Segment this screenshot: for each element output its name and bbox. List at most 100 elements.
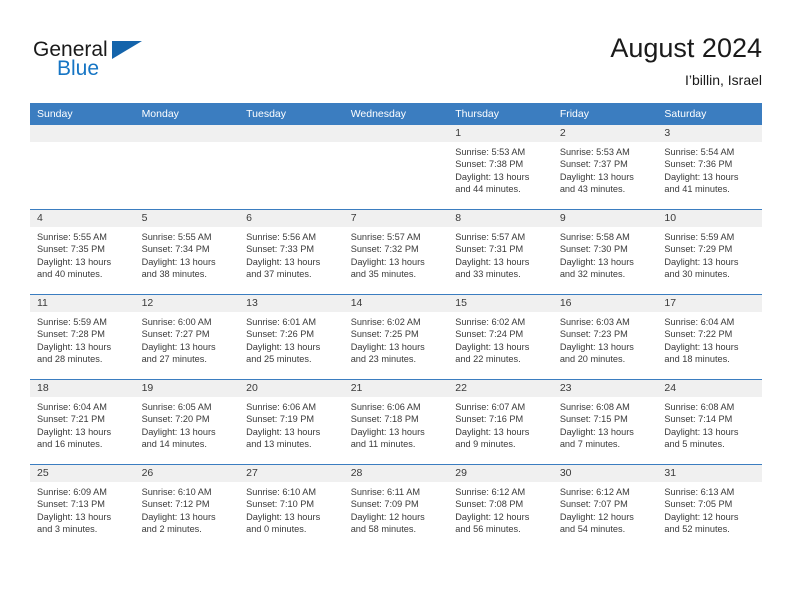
calendar-day-cell[interactable]: 14 Sunrise: 6:02 AM Sunset: 7:25 PM Dayligh…	[343, 294, 449, 380]
day-info-line: Sunset: 7:25 PM	[350, 329, 419, 340]
day-info-line: Daylight: 13 hours	[455, 426, 530, 437]
day-info-line: Daylight: 13 hours	[455, 171, 530, 182]
day-number: 28	[343, 465, 449, 482]
calendar-day-cell[interactable]: 15 Sunrise: 6:02 AM Sunset: 7:24 PM Dayligh…	[448, 294, 553, 380]
general-blue-logo: General Blue	[33, 38, 173, 84]
day-cell-inner: 3 Sunrise: 5:54 AM Sunset: 7:36 PM Daylight…	[657, 125, 762, 209]
day-sun-info: Sunrise: 5:59 AM Sunset: 7:28 PM Daylight:…	[30, 312, 135, 366]
calendar-day-cell[interactable]: 19 Sunrise: 6:05 AM Sunset: 7:20 PM Dayligh…	[134, 379, 240, 465]
calendar-day-cell[interactable]: 24 Sunrise: 6:08 AM Sunset: 7:14 PM Dayligh…	[657, 379, 762, 465]
day-sun-info: Sunrise: 5:55 AM Sunset: 7:34 PM Daylight:…	[135, 227, 240, 281]
day-info-line: Sunrise: 5:55 AM	[37, 232, 107, 242]
day-cell-inner: 18 Sunrise: 6:04 AM Sunset: 7:21 PM Dayligh…	[30, 380, 135, 464]
day-sun-info: Sunrise: 6:04 AM Sunset: 7:22 PM Daylight:…	[657, 312, 762, 366]
day-number: 30	[552, 465, 658, 482]
day-info-line: Sunset: 7:38 PM	[455, 159, 524, 170]
day-number: 27	[239, 465, 344, 482]
day-info-line: Sunset: 7:26 PM	[246, 329, 315, 340]
calendar-day-cell[interactable]: 9 Sunrise: 5:58 AM Sunset: 7:30 PM Daylight…	[552, 209, 658, 295]
day-info-line: Sunset: 7:31 PM	[455, 244, 524, 255]
calendar-day-cell[interactable]: 1 Sunrise: 5:53 AM Sunset: 7:38 PM Daylight…	[448, 125, 553, 210]
day-info-line: Sunset: 7:28 PM	[37, 329, 105, 340]
day-cell-inner: 8 Sunrise: 5:57 AM Sunset: 7:31 PM Daylight…	[448, 210, 553, 294]
day-info-line: Sunset: 7:07 PM	[559, 499, 628, 510]
day-info-line: Sunset: 7:29 PM	[664, 244, 733, 255]
day-cell-inner: 15 Sunrise: 6:02 AM Sunset: 7:24 PM Dayligh…	[448, 295, 553, 379]
logo-text-blue: Blue	[57, 57, 100, 80]
calendar-day-cell[interactable]: 29 Sunrise: 6:12 AM Sunset: 7:08 PM Dayligh…	[448, 464, 553, 549]
day-info-line: Daylight: 13 hours	[559, 426, 634, 437]
calendar-header-row: Sunday Monday Tuesday Wednesday Thursday Frid…	[30, 103, 762, 125]
day-info-line: Sunset: 7:05 PM	[664, 499, 733, 510]
day-info-line: Sunset: 7:14 PM	[664, 414, 733, 425]
day-cell-inner: 20 Sunrise: 6:06 AM Sunset: 7:19 PM Dayligh…	[239, 380, 344, 464]
day-sun-info: Sunrise: 6:02 AM Sunset: 7:25 PM Daylight:…	[344, 312, 449, 366]
day-sun-info: Sunrise: 6:02 AM Sunset: 7:24 PM Daylight:…	[448, 312, 553, 366]
calendar-day-cell[interactable]: 11 Sunrise: 5:59 AM Sunset: 7:28 PM Dayligh…	[30, 294, 135, 380]
day-info-line: Sunset: 7:35 PM	[37, 244, 105, 255]
calendar-day-cell[interactable]: 12 Sunrise: 6:00 AM Sunset: 7:27 PM Dayligh…	[134, 294, 240, 380]
calendar-grid: Sunday Monday Tuesday Wednesday Thursday Frid…	[30, 103, 762, 549]
calendar-day-cell[interactable]: 6 Sunrise: 5:56 AM Sunset: 7:33 PM Daylight…	[239, 209, 344, 295]
logo-triangle-icon	[112, 41, 142, 59]
calendar-day-cell[interactable]: 3 Sunrise: 5:54 AM Sunset: 7:36 PM Daylight…	[657, 125, 762, 210]
calendar-day-cell[interactable]: 20 Sunrise: 6:06 AM Sunset: 7:19 PM Dayligh…	[239, 379, 344, 465]
day-info-line: Sunrise: 6:06 AM	[246, 402, 317, 412]
day-number	[134, 125, 240, 142]
day-info-line: Sunrise: 6:09 AM	[37, 487, 107, 497]
day-info-line: Daylight: 13 hours	[141, 256, 216, 267]
day-sun-info: Sunrise: 6:13 AM Sunset: 7:05 PM Daylight:…	[657, 482, 762, 536]
day-cell-inner: 11 Sunrise: 5:59 AM Sunset: 7:28 PM Dayligh…	[30, 295, 135, 379]
day-sun-info: Sunrise: 5:54 AM Sunset: 7:36 PM Daylight:…	[657, 142, 762, 196]
day-info-line: Sunrise: 5:53 AM	[559, 147, 630, 157]
calendar-day-cell[interactable]: 16 Sunrise: 6:03 AM Sunset: 7:23 PM Dayligh…	[552, 294, 658, 380]
calendar-day-cell[interactable]: 31 Sunrise: 6:13 AM Sunset: 7:05 PM Dayligh…	[657, 464, 762, 549]
weekday-header-saturday: Saturday	[657, 103, 762, 125]
day-sun-info	[135, 142, 240, 146]
calendar-day-cell[interactable]: 27 Sunrise: 6:10 AM Sunset: 7:10 PM Dayligh…	[239, 464, 344, 549]
calendar-day-cell[interactable]: 25 Sunrise: 6:09 AM Sunset: 7:13 PM Dayligh…	[30, 464, 135, 549]
day-cell-inner: 16 Sunrise: 6:03 AM Sunset: 7:23 PM Dayligh…	[552, 295, 658, 379]
calendar-day-cell[interactable]: 7 Sunrise: 5:57 AM Sunset: 7:32 PM Daylight…	[343, 209, 449, 295]
day-info-line: and 54 minutes.	[559, 524, 626, 535]
day-info-line: Daylight: 13 hours	[246, 256, 321, 267]
day-number	[30, 125, 135, 142]
day-info-line: Sunrise: 6:04 AM	[664, 317, 735, 327]
calendar-day-cell[interactable]: 8 Sunrise: 5:57 AM Sunset: 7:31 PM Daylight…	[448, 209, 553, 295]
day-info-line: Sunset: 7:24 PM	[455, 329, 524, 340]
calendar-day-cell[interactable]: 26 Sunrise: 6:10 AM Sunset: 7:12 PM Dayligh…	[134, 464, 240, 549]
calendar-day-cell[interactable]: 5 Sunrise: 5:55 AM Sunset: 7:34 PM Daylight…	[134, 209, 240, 295]
day-sun-info: Sunrise: 6:11 AM Sunset: 7:09 PM Daylight:…	[344, 482, 449, 536]
day-sun-info: Sunrise: 6:12 AM Sunset: 7:08 PM Daylight:…	[448, 482, 553, 536]
calendar-day-cell[interactable]: 4 Sunrise: 5:55 AM Sunset: 7:35 PM Daylight…	[30, 209, 135, 295]
calendar-day-cell[interactable]: 17 Sunrise: 6:04 AM Sunset: 7:22 PM Dayligh…	[657, 294, 762, 380]
day-info-line: Sunset: 7:23 PM	[559, 329, 628, 340]
calendar-week-row: 4 Sunrise: 5:55 AM Sunset: 7:35 PM Daylight…	[30, 209, 762, 295]
calendar-day-cell[interactable]: 30 Sunrise: 6:12 AM Sunset: 7:07 PM Dayligh…	[552, 464, 658, 549]
calendar-day-cell[interactable]: 22 Sunrise: 6:07 AM Sunset: 7:16 PM Dayligh…	[448, 379, 553, 465]
day-number: 23	[552, 380, 658, 397]
day-sun-info: Sunrise: 5:57 AM Sunset: 7:31 PM Daylight:…	[448, 227, 553, 281]
day-info-line: Daylight: 13 hours	[141, 511, 216, 522]
calendar-day-cell[interactable]: 13 Sunrise: 6:01 AM Sunset: 7:26 PM Dayligh…	[239, 294, 344, 380]
calendar-day-cell[interactable]: 2 Sunrise: 5:53 AM Sunset: 7:37 PM Daylight…	[552, 125, 658, 210]
calendar-day-cell[interactable]: 10 Sunrise: 5:59 AM Sunset: 7:29 PM Dayligh…	[657, 209, 762, 295]
day-info-line: Sunset: 7:30 PM	[559, 244, 628, 255]
day-cell-inner: 28 Sunrise: 6:11 AM Sunset: 7:09 PM Dayligh…	[343, 465, 449, 549]
day-info-line: and 11 minutes.	[350, 439, 416, 450]
calendar-day-cell[interactable]: 21 Sunrise: 6:06 AM Sunset: 7:18 PM Dayligh…	[343, 379, 449, 465]
day-number: 2	[552, 125, 658, 142]
day-info-line: and 32 minutes.	[559, 269, 626, 280]
calendar-day-cell[interactable]: 23 Sunrise: 6:08 AM Sunset: 7:15 PM Dayligh…	[552, 379, 658, 465]
day-cell-inner: 26 Sunrise: 6:10 AM Sunset: 7:12 PM Dayligh…	[134, 465, 240, 549]
day-info-line: Sunrise: 6:03 AM	[559, 317, 630, 327]
day-info-line: and 44 minutes.	[455, 184, 521, 195]
day-info-line: and 40 minutes.	[37, 269, 103, 280]
day-info-line: and 41 minutes.	[664, 184, 730, 195]
day-number: 21	[343, 380, 449, 397]
day-info-line: and 28 minutes.	[37, 354, 103, 365]
day-sun-info: Sunrise: 5:57 AM Sunset: 7:32 PM Daylight:…	[344, 227, 449, 281]
calendar-day-cell[interactable]: 28 Sunrise: 6:11 AM Sunset: 7:09 PM Dayligh…	[343, 464, 449, 549]
calendar-day-cell[interactable]: 18 Sunrise: 6:04 AM Sunset: 7:21 PM Dayligh…	[30, 379, 135, 465]
day-info-line: Sunrise: 5:59 AM	[664, 232, 735, 242]
